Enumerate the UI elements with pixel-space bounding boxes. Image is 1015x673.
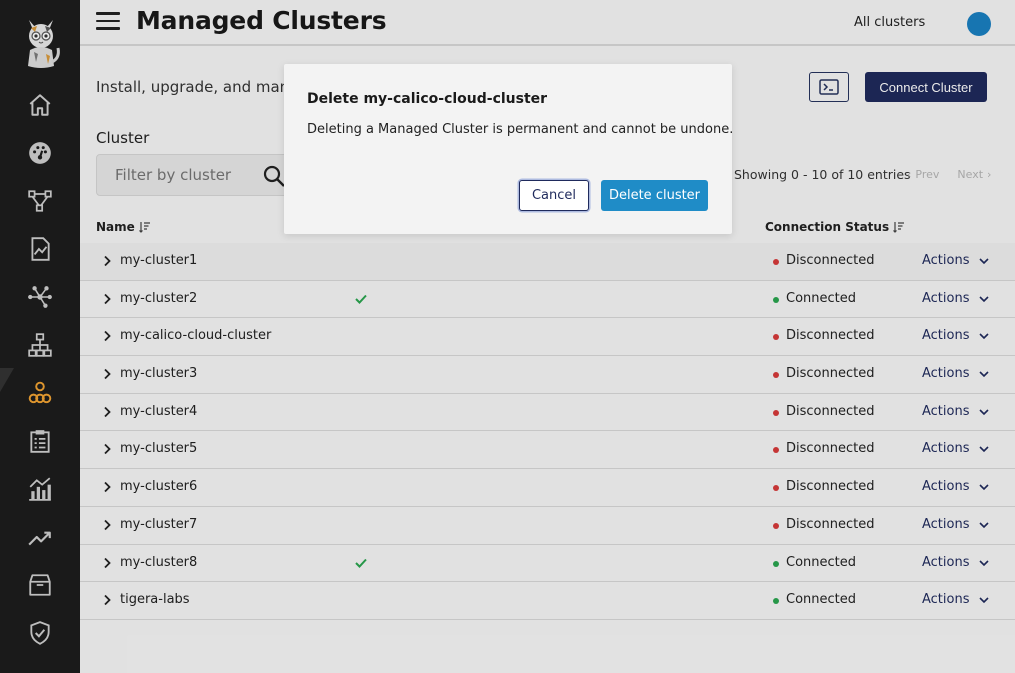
dialog-message: Deleting a Managed Cluster is permanent … — [307, 122, 734, 137]
delete-cluster-dialog: Delete my-calico-cloud-cluster Deleting … — [284, 64, 734, 234]
cancel-button[interactable]: Cancel — [519, 180, 589, 211]
dialog-title: Delete my-calico-cloud-cluster — [307, 91, 548, 107]
delete-cluster-button[interactable]: Delete cluster — [601, 180, 708, 211]
